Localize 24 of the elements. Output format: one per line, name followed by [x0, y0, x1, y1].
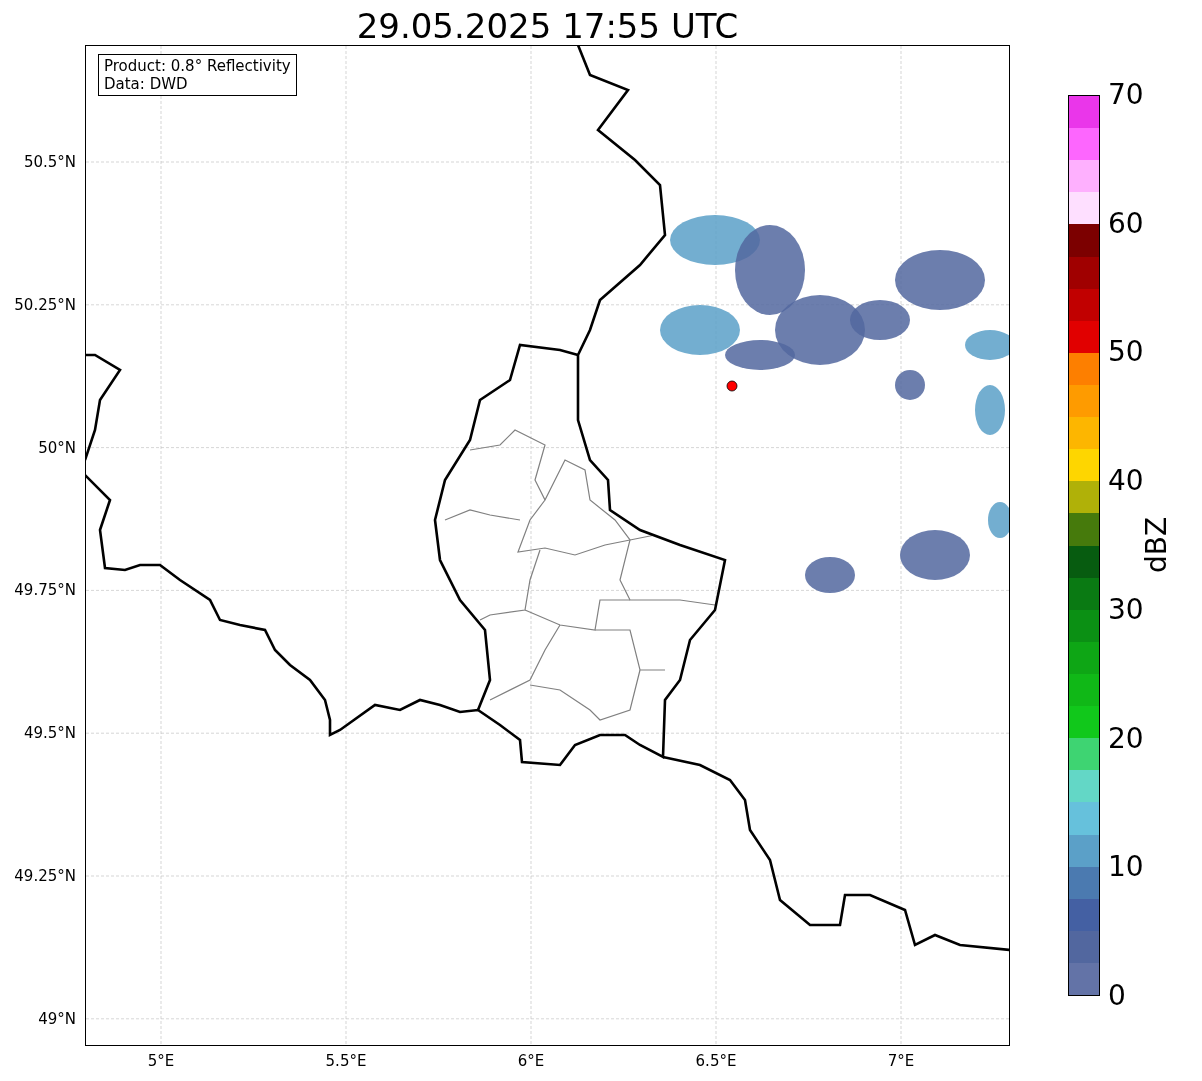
info-box: Product: 0.8° Reflectivity Data: DWD	[98, 54, 297, 96]
colorbar-label: dBZ	[1139, 516, 1173, 574]
latitude-label: 49.25°N	[14, 867, 76, 885]
colorbar-tick-label: 0	[1108, 982, 1126, 1010]
colorbar-tick-label: 10	[1108, 853, 1144, 882]
colorbar-tick-label: 30	[1108, 595, 1144, 624]
longitude-label: 6°E	[517, 1052, 545, 1070]
chart-title: 29.05.2025 17:55 UTC	[355, 5, 740, 45]
longitude-label: 7°E	[887, 1052, 915, 1070]
latitude-label: 50.25°N	[14, 295, 76, 314]
colorbar-tick-label: 40	[1108, 467, 1144, 496]
location-marker-icon	[726, 380, 738, 392]
colorbar-tick-label: 70	[1108, 81, 1144, 109]
latitude-label: 49°N	[38, 1009, 76, 1028]
colorbar-tick-label: 50	[1108, 338, 1144, 367]
longitude-label: 5°E	[147, 1052, 175, 1070]
latitude-label: 49.75°N	[14, 581, 76, 600]
colorbar-tick-label: 60	[1108, 209, 1144, 238]
latitude-label: 50.5°N	[23, 153, 76, 171]
longitude-label: 6.5°E	[695, 1052, 737, 1070]
latitude-label: 50°N	[38, 438, 76, 457]
latitude-label: 49.5°N	[23, 724, 76, 743]
colorbar-tick-label: 20	[1108, 724, 1144, 753]
longitude-label: 5.5°E	[325, 1052, 367, 1070]
